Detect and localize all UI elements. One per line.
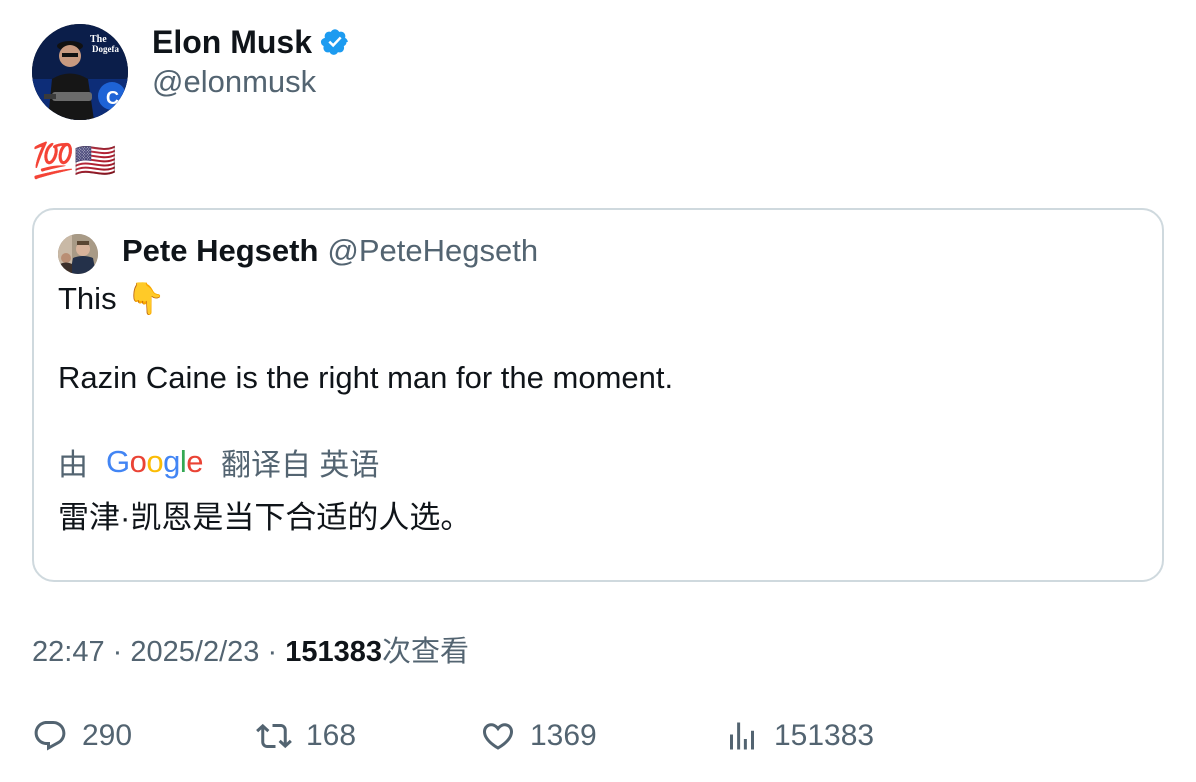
translation-attribution[interactable]: 由 Google 翻译自 英语 [58, 442, 379, 482]
meta-separator: · [267, 636, 278, 668]
tweet-date[interactable]: 2025/2/23 [130, 636, 259, 668]
tweet-time[interactable]: 22:47 [32, 636, 105, 668]
meta-separator: · [112, 636, 123, 668]
author-display-name[interactable]: Elon Musk [152, 24, 312, 61]
pointing-down-icon: 👇 [126, 281, 166, 316]
quoted-line1-text: This [58, 280, 117, 316]
like-count: 1369 [530, 719, 597, 752]
quoted-author-avatar [58, 234, 98, 274]
retweet-button[interactable]: 168 [256, 712, 356, 760]
quoted-handle[interactable]: @PeteHegseth [327, 233, 538, 269]
author-handle[interactable]: @elonmusk [152, 64, 316, 100]
views-action-count: 151383 [774, 719, 875, 752]
quoted-header: Pete Hegseth @PeteHegseth [122, 230, 538, 272]
retweet-count: 168 [306, 719, 357, 752]
views-label: 次查看 [381, 636, 469, 668]
svg-text:Dogefa: Dogefa [92, 44, 119, 54]
translate-prefix: 由 [58, 449, 88, 482]
views-chart-icon [730, 722, 754, 750]
reply-count: 290 [82, 719, 133, 752]
google-logo: Google [106, 444, 204, 479]
views-button[interactable]: 151383 [724, 712, 874, 760]
quoted-avatar-image [58, 234, 98, 274]
translated-text: 雷津·凯恩是当下合适的人选。 [58, 500, 472, 535]
verified-badge-icon [320, 27, 350, 57]
quoted-display-name[interactable]: Pete Hegseth [122, 233, 318, 269]
translate-suffix: 翻译自 英语 [221, 449, 380, 482]
action-bar: 290 168 1369 151383 [32, 712, 1164, 760]
quoted-text-line2: Razin Caine is the right man for the mom… [58, 360, 674, 395]
quoted-text-line1: This 👇 [58, 280, 165, 317]
retweet-icon [256, 723, 292, 749]
heart-icon [482, 723, 514, 750]
reply-icon [34, 721, 66, 751]
like-button[interactable]: 1369 [480, 712, 597, 760]
tweet-meta: 22:47 · 2025/2/23 · 151383次查看 [32, 628, 469, 670]
views-count: 151383 [285, 636, 382, 668]
tweet-text: 💯🇺🇸 [32, 142, 117, 180]
tweet: C The Dogefa Elon Musk @elonmusk 💯🇺🇸 Pet… [0, 0, 1196, 782]
reply-button[interactable]: 290 [32, 712, 132, 760]
svg-text:C: C [106, 88, 119, 108]
avatar-image: C The Dogefa [32, 24, 128, 120]
author-name-row: Elon Musk [152, 22, 350, 62]
quoted-tweet-card[interactable]: Pete Hegseth @PeteHegseth This 👇 Razin C… [32, 208, 1164, 582]
author-avatar[interactable]: C The Dogefa [32, 24, 128, 120]
